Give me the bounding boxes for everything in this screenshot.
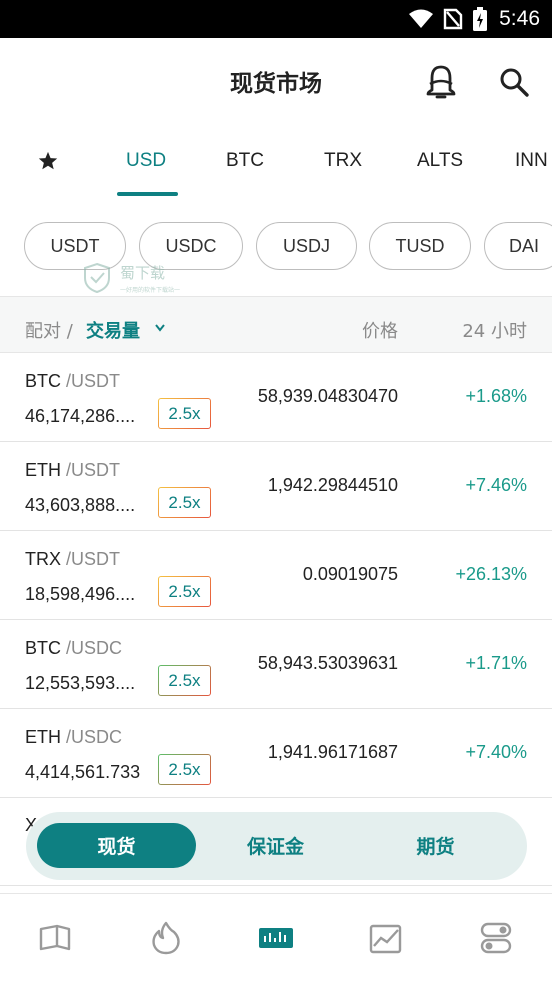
quote-symbol: /USDC xyxy=(66,727,123,747)
clock: 5:46 xyxy=(499,7,540,30)
chip-tusd[interactable]: TUSD xyxy=(369,222,471,270)
price-value: 58,943.53039631 xyxy=(257,653,398,673)
price-value: 1,941.96171687 xyxy=(267,742,398,762)
no-sim-icon xyxy=(443,8,463,30)
tab-trx[interactable]: TRX xyxy=(324,150,362,172)
quote-symbol: /USDT xyxy=(66,549,120,569)
leverage-badge: 2.5x xyxy=(158,665,211,696)
volume-value: 12,553,593.... xyxy=(25,673,136,693)
quote-symbol: /USDT xyxy=(66,460,120,480)
segment-spot[interactable]: 现货 xyxy=(37,823,196,868)
base-symbol: BTC xyxy=(25,638,61,658)
market-bars-icon[interactable] xyxy=(258,920,294,956)
column-volume-sort[interactable]: 交易量 xyxy=(86,317,140,343)
quote-symbol: /USDT xyxy=(66,371,120,391)
page-title: 现货市场 xyxy=(230,71,322,97)
change-value: +7.40% xyxy=(465,742,527,762)
volume-value: 43,603,888.... xyxy=(25,495,136,515)
change-value: +1.71% xyxy=(465,653,527,673)
price-value: 1,942.29844510 xyxy=(267,475,398,495)
column-header: 配对 / 交易量 价格 24 小时 xyxy=(0,296,552,353)
segment-futures[interactable]: 期货 xyxy=(356,823,515,868)
toggle-settings-icon[interactable] xyxy=(478,920,514,956)
status-icons: 5:46 xyxy=(409,0,540,38)
price-value: 0.09019075 xyxy=(302,564,398,584)
pair-label: BTC/USDT xyxy=(25,371,120,392)
battery-icon xyxy=(473,7,488,31)
change-value: +1.68% xyxy=(465,386,527,406)
tab-alts[interactable]: ALTS xyxy=(417,150,463,172)
change-value: +26.13% xyxy=(455,564,527,584)
table-row[interactable]: BTC/USDT 46,174,286.... 2.5x 58,939.0483… xyxy=(0,353,552,442)
pair-label: BTC/USDC xyxy=(25,638,122,659)
pair-label: ETH/USDT xyxy=(25,460,120,481)
quote-symbol: /USDC xyxy=(66,638,123,658)
leverage-badge: 2.5x xyxy=(158,754,211,785)
bell-icon[interactable] xyxy=(424,64,458,100)
market-tabs: USD BTC TRX ALTS INN xyxy=(0,122,552,200)
watermark-text: 蜀下载 xyxy=(120,264,166,282)
app-header: 现货市场 xyxy=(0,38,552,122)
change-value: +7.46% xyxy=(465,475,527,495)
volume-value: 4,414,561.733 xyxy=(25,762,141,782)
star-icon[interactable] xyxy=(37,150,59,172)
table-row[interactable]: BTC/USDC 12,553,593.... 2.5x 58,943.5303… xyxy=(0,620,552,709)
market-type-switch: 现货 保证金 期货 xyxy=(26,812,527,880)
leverage-badge: 2.5x xyxy=(158,487,211,518)
bottom-nav xyxy=(0,893,552,981)
volume-value: 18,598,496.... xyxy=(25,584,136,604)
segment-margin[interactable]: 保证金 xyxy=(196,823,355,868)
search-icon[interactable] xyxy=(498,66,530,98)
pair-label: TRX/USDT xyxy=(25,549,120,570)
chip-dai[interactable]: DAI xyxy=(484,222,552,270)
tab-usd[interactable]: USD xyxy=(126,150,166,172)
table-row[interactable]: ETH/USDC 4,414,561.733 2.5x 1,941.961716… xyxy=(0,709,552,798)
base-symbol: ETH xyxy=(25,727,61,747)
column-price[interactable]: 价格 xyxy=(362,317,398,343)
base-symbol: ETH xyxy=(25,460,61,480)
pair-label: ETH/USDC xyxy=(25,727,122,748)
tab-inn[interactable]: INN xyxy=(515,150,548,172)
column-pair[interactable]: 配对 / xyxy=(25,317,73,343)
fire-icon[interactable] xyxy=(148,920,184,956)
base-symbol: TRX xyxy=(25,549,61,569)
table-row[interactable]: TRX/USDT 18,598,496.... 2.5x 0.09019075 … xyxy=(0,531,552,620)
price-value: 58,939.04830470 xyxy=(257,386,398,406)
volume-value: 46,174,286.... xyxy=(25,406,136,426)
active-tab-indicator xyxy=(117,192,178,196)
leverage-badge: 2.5x xyxy=(158,398,211,429)
watermark: 蜀下载 一好用的软件下载站一 xyxy=(82,262,182,296)
watermark-subtext: 一好用的软件下载站一 xyxy=(120,287,181,294)
leverage-badge: 2.5x xyxy=(158,576,211,607)
wifi-icon xyxy=(409,9,434,28)
status-bar: 5:46 xyxy=(0,0,552,38)
tab-btc[interactable]: BTC xyxy=(226,150,264,172)
chart-icon[interactable] xyxy=(368,920,404,956)
chip-usdj[interactable]: USDJ xyxy=(256,222,357,270)
chevron-down-icon[interactable] xyxy=(154,323,166,333)
book-icon[interactable] xyxy=(37,920,73,956)
watermark-shield-icon xyxy=(84,262,110,294)
base-symbol: BTC xyxy=(25,371,61,391)
table-row[interactable]: ETH/USDT 43,603,888.... 2.5x 1,942.29844… xyxy=(0,442,552,531)
column-change-24h[interactable]: 24 小时 xyxy=(462,317,527,343)
